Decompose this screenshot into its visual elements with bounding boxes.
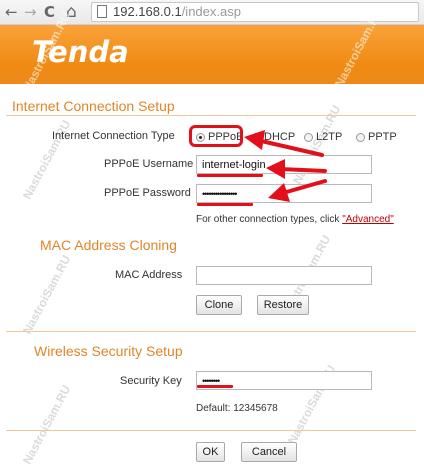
arrow-to-pppoe xyxy=(255,138,324,157)
arrow-head xyxy=(266,159,285,179)
arrow-head xyxy=(244,130,265,150)
arrow-head xyxy=(268,183,290,202)
annotation-arrows xyxy=(244,130,327,202)
arrow-to-password xyxy=(281,179,327,195)
arrow-to-username xyxy=(278,167,327,173)
